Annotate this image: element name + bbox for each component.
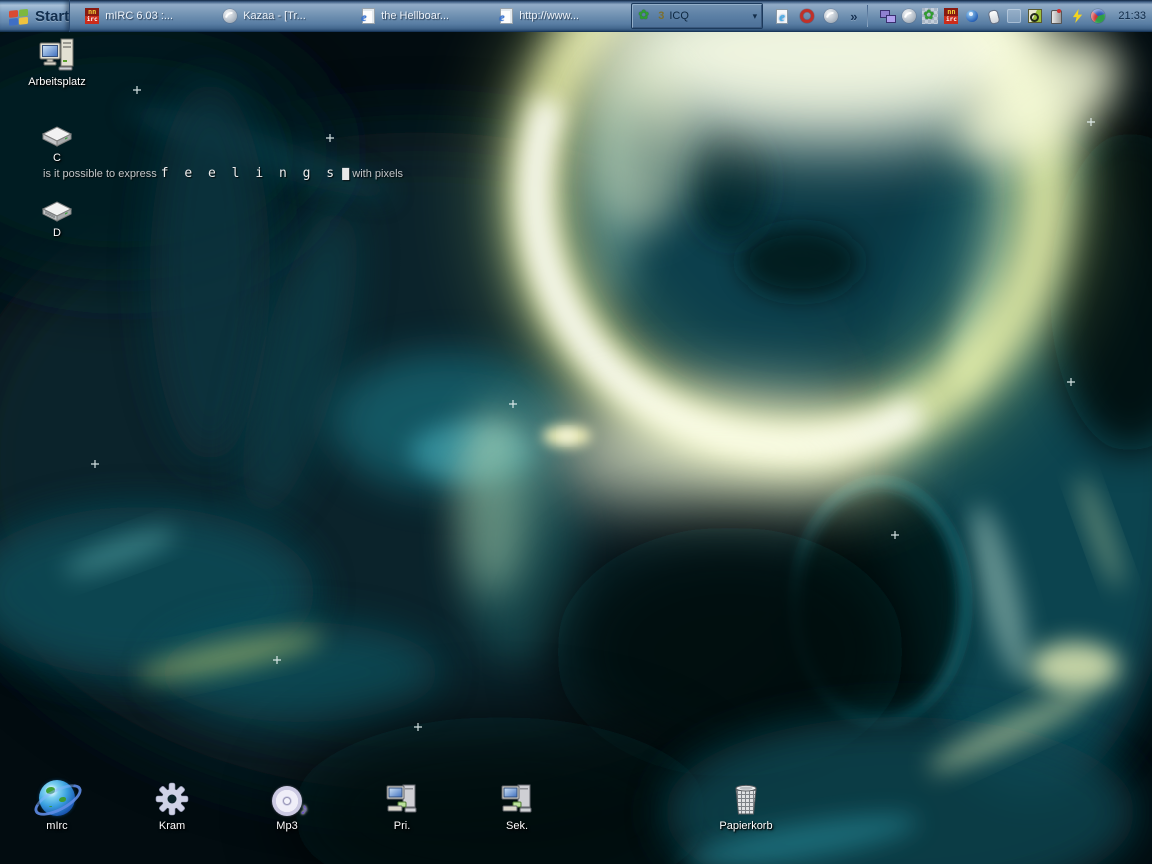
desktop-icon-mp3[interactable]: Mp3 — [245, 780, 329, 832]
mirc-icon — [84, 8, 100, 24]
taskbar-item-http[interactable]: http://www... — [493, 3, 631, 29]
desktop-icon-pri[interactable]: Pri. — [360, 780, 444, 832]
task-buttons: mIRC 6.03 :... Kazaa - [Tr... the Hellbo… — [79, 0, 763, 32]
taskbar-clock[interactable]: 21:33 — [1118, 10, 1146, 22]
desktop[interactable]: is it possible to express f e e l i n g s… — [0, 32, 1152, 864]
desktop-icon-kram[interactable]: Kram — [130, 780, 214, 832]
download-accelerator-icon[interactable] — [799, 8, 815, 24]
cd-music-icon — [272, 780, 302, 816]
tray-divider — [867, 5, 868, 27]
desktop-icon-label: Sek. — [504, 820, 530, 832]
icq-message-count: 3 — [658, 10, 664, 22]
quick-launch-bar: » — [775, 8, 857, 24]
desktop-icon-mirc[interactable]: mIrc — [15, 780, 99, 832]
internet-explorer-page-icon — [498, 8, 514, 24]
mouse-settings-icon[interactable] — [985, 8, 1001, 24]
download-lightning-icon[interactable] — [1069, 8, 1085, 24]
taskbar-item-label: Kazaa - [Tr... — [243, 10, 306, 22]
inactive-ghost-icon[interactable] — [1006, 8, 1022, 24]
desktop-icon-drive-c[interactable]: C — [15, 112, 99, 164]
taskbar-item-label: http://www... — [519, 10, 579, 22]
desktop-icon-label: Arbeitsplatz — [26, 76, 87, 88]
kazaa-icon — [222, 8, 238, 24]
wallpaper-image — [0, 32, 1152, 864]
mirc-tray-icon[interactable] — [943, 8, 959, 24]
desktop-icon-sek[interactable]: Sek. — [475, 780, 559, 832]
globe-ring-icon — [39, 780, 75, 816]
taskbar-item-mirc[interactable]: mIRC 6.03 :... — [79, 3, 217, 29]
taskbar-item-kazaa[interactable]: Kazaa - [Tr... — [217, 3, 355, 29]
netdetect-icon[interactable] — [964, 8, 980, 24]
desktop-icon-label: Papierkorb — [717, 820, 774, 832]
windows-flag-icon — [8, 7, 29, 26]
nvidia-settings-icon[interactable] — [1027, 8, 1043, 24]
start-button[interactable]: Start — [0, 0, 70, 32]
computer-icon — [385, 780, 419, 816]
desktop-icon-label: D — [51, 227, 63, 239]
kazaa-icon[interactable] — [823, 8, 839, 24]
overflow-chevron-icon[interactable]: » — [850, 9, 857, 24]
desktop-icon-drive-d[interactable]: D — [15, 187, 99, 239]
taskbar-item-label: the Hellboar... — [381, 10, 449, 22]
icq-flower-icon[interactable] — [922, 8, 938, 24]
my-computer-icon — [39, 36, 75, 72]
taskbar-item-label: mIRC 6.03 :... — [105, 10, 173, 22]
recycle-bin-icon — [733, 780, 759, 816]
desktop-icon-papierkorb[interactable]: Papierkorb — [704, 780, 788, 832]
hard-drive-icon — [40, 187, 74, 223]
computer-icon — [500, 780, 534, 816]
wallpaper-caption: is it possible to express f e e l i n g s… — [43, 166, 403, 181]
taskbar-item-icq[interactable]: 3 ICQ ▾ — [631, 3, 763, 29]
taskbar-item-label: ICQ — [669, 10, 689, 22]
gear-icon — [155, 780, 189, 816]
start-label: Start — [35, 8, 69, 25]
hard-drive-icon — [40, 112, 74, 148]
desktop-icon-label: Mp3 — [274, 820, 299, 832]
internet-explorer-page-icon — [360, 8, 376, 24]
taskbar-item-hellboar[interactable]: the Hellboar... — [355, 3, 493, 29]
wallpaper-caption-highlight: f e e l i n g s — [161, 166, 338, 181]
system-cleaner-icon[interactable] — [1048, 8, 1064, 24]
wallpaper-caption-cursor: █ — [342, 169, 349, 180]
desktop-icon-label: C — [51, 152, 63, 164]
desktop-screen: Start mIRC 6.03 :... Kazaa - [Tr... the … — [0, 0, 1152, 864]
weather-globe-icon[interactable] — [1090, 8, 1106, 24]
wallpaper-caption-suffix: with pixels — [352, 168, 403, 180]
icq-flower-icon — [637, 8, 653, 24]
desktop-icon-label: mIrc — [44, 820, 69, 832]
desktop-icon-arbeitsplatz[interactable]: Arbeitsplatz — [15, 36, 99, 88]
chevron-down-icon[interactable]: ▾ — [753, 11, 758, 22]
internet-explorer-icon[interactable] — [775, 8, 791, 24]
system-tray: 21:33 — [857, 5, 1152, 27]
kazaa-tray-icon[interactable] — [901, 8, 917, 24]
desktop-icon-label: Kram — [157, 820, 187, 832]
network-connections-icon[interactable] — [880, 8, 896, 24]
wallpaper-caption-prefix: is it possible to express — [43, 168, 157, 180]
taskbar: Start mIRC 6.03 :... Kazaa - [Tr... the … — [0, 0, 1152, 32]
desktop-icon-label: Pri. — [392, 820, 413, 832]
